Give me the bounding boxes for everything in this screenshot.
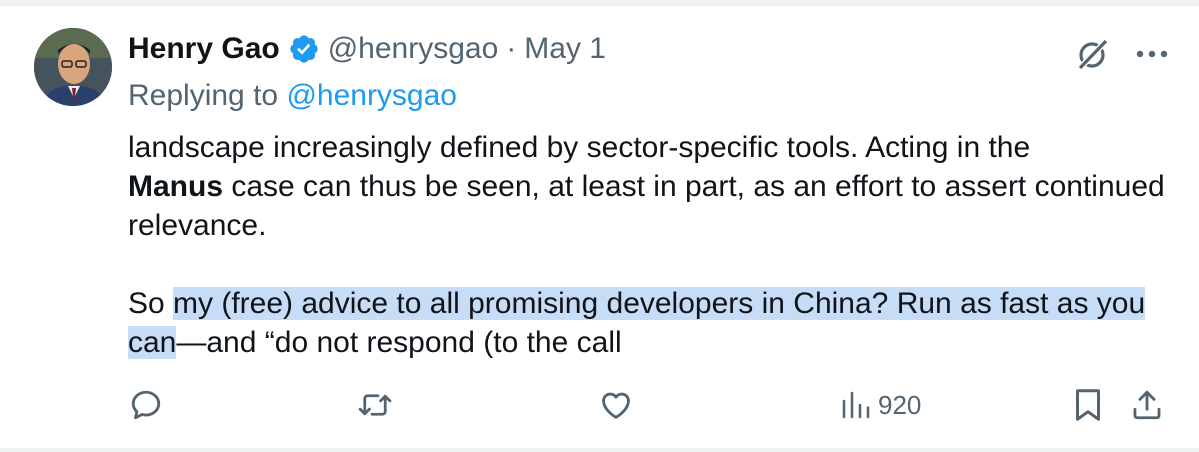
author-handle[interactable]: @henrysgao [328,32,499,66]
grok-icon[interactable] [1073,34,1113,74]
tweet: Henry Gao @henrysgao · May 1 Replying to… [0,0,1199,452]
author-display-name[interactable]: Henry Gao [128,32,280,66]
replying-to-prefix: Replying to [128,79,287,112]
retweet-button[interactable] [356,380,394,430]
bookmark-icon [1072,387,1104,423]
tweet-body: landscape increasingly defined by sector… [128,128,1168,362]
paragraph-1-bold: Manus [128,170,224,203]
tweet-content: Henry Gao @henrysgao · May 1 Replying to… [128,24,1169,362]
heart-icon [598,387,634,423]
replying-to-mention[interactable]: @henrysgao [286,79,457,112]
tweet-actions: 920 [128,380,1173,430]
avatar[interactable] [34,28,112,106]
reply-icon [128,387,164,423]
like-button[interactable] [598,380,634,430]
reply-button[interactable] [128,380,164,430]
tweet-date[interactable]: May 1 [524,32,606,66]
retweet-icon [356,387,394,423]
share-button[interactable] [1130,380,1164,430]
header-actions [1073,34,1169,74]
tweet-header: Henry Gao @henrysgao · May 1 [128,24,1169,74]
tweet-paragraph-1: landscape increasingly defined by sector… [128,128,1168,245]
bottom-divider [0,448,1199,452]
bookmark-button[interactable] [1072,380,1104,430]
separator-dot: · [506,32,517,65]
views-count: 920 [878,389,922,420]
paragraph-1-text: landscape increasingly defined by sector… [128,131,1031,164]
verified-badge-icon [288,33,320,65]
paragraph-2-start: So [128,287,174,320]
paragraph-1-continuation: case can thus be seen, at least in part,… [128,170,1165,242]
more-icon[interactable] [1135,48,1169,60]
views-icon [840,389,872,421]
paragraph-2-rest: —and “do not respond (to the call [176,326,622,359]
top-divider [0,0,1199,6]
tweet-paragraph-2: So my (free) advice to all promising dev… [128,284,1168,362]
views-button[interactable]: 920 [834,380,921,430]
share-icon [1130,387,1164,423]
replying-to: Replying to @henrysgao [128,74,1169,118]
